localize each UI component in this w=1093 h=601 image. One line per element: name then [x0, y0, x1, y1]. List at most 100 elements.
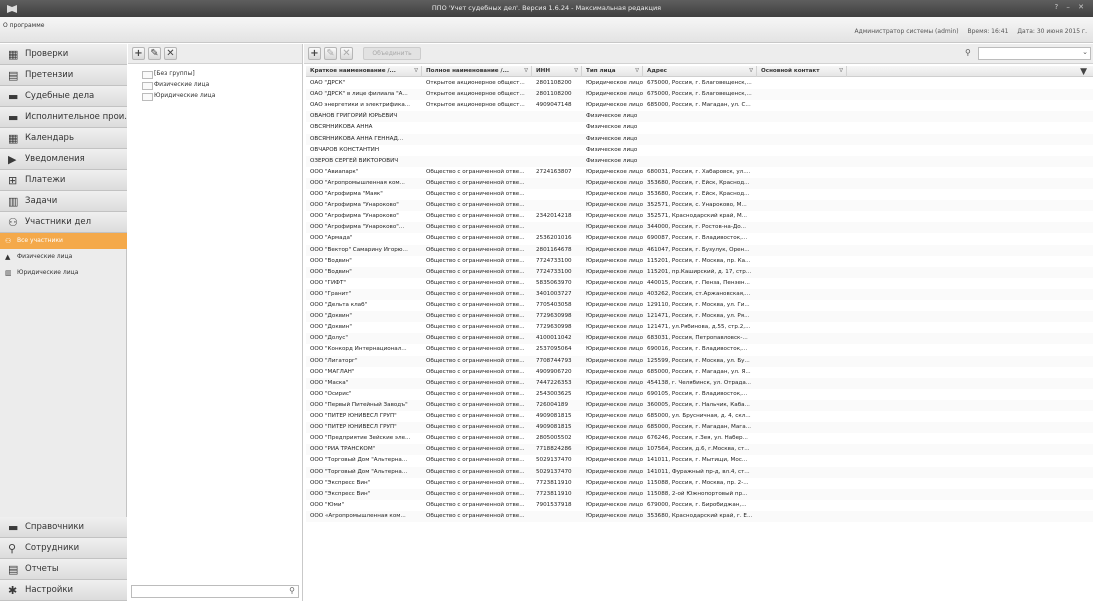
- table-row[interactable]: ООО "Водвин" Общество с ограниченной отве…: [306, 256, 1093, 267]
- column-filter-icon[interactable]: ∇: [524, 66, 528, 77]
- delete-participant-button[interactable]: ✕: [340, 47, 353, 60]
- current-date: Дата: 30 июня 2015 г.: [1017, 28, 1087, 35]
- table-cell: [643, 145, 757, 156]
- nav-bottom-item-2[interactable]: ▤ Отчеты: [0, 559, 127, 580]
- table-row[interactable]: ООО "ПИТЕР ЮНИВЕСЛ ГРУП" Общество с огран…: [306, 422, 1093, 434]
- table-row[interactable]: ООО "Агрофирма "Унароково" Общество с огр…: [306, 211, 1093, 222]
- chevron-down-icon[interactable]: ⌄: [1082, 48, 1088, 56]
- add-participant-button[interactable]: +: [308, 47, 321, 60]
- table-row[interactable]: ООО "Долус" Общество с ограниченной отве.…: [306, 333, 1093, 345]
- add-group-button[interactable]: +: [132, 47, 145, 60]
- table-row[interactable]: ООО "Первый Питейный Заводъ" Общество с о…: [306, 399, 1093, 411]
- table-row[interactable]: ООО "Доквин" Общество с ограниченной отве…: [306, 322, 1093, 333]
- merge-button[interactable]: Объединить: [363, 47, 421, 60]
- table-row[interactable]: ООО "Дельта клаб" Общество с ограниченной…: [306, 300, 1093, 311]
- table-cell: 5835063970: [536, 279, 572, 286]
- table-row[interactable]: ОАО энергетики и электрифика... Открытое …: [306, 100, 1093, 111]
- table-cell: 2543003625: [536, 390, 572, 397]
- about-menu[interactable]: О программе: [3, 22, 44, 29]
- table-row[interactable]: ОВСЯННИКОВА АННА ГЕННАД... Физическое лиц…: [306, 133, 1093, 145]
- table-row[interactable]: ООО "Экспресс Вин" Общество с ограниченно…: [306, 478, 1093, 489]
- nav-subitem-1[interactable]: ▲ Физические лица: [0, 249, 127, 265]
- group-item[interactable]: Физические лица: [142, 80, 209, 90]
- table-row[interactable]: ОВЧАРОВ КОНСТАНТИН Физическое лицо: [306, 145, 1093, 156]
- table-row[interactable]: ООО "МАГЛАН" Общество с ограниченной отве…: [306, 367, 1093, 378]
- table-row[interactable]: ООО "Конкорд Интернационал... Общество с …: [306, 344, 1093, 355]
- table-row[interactable]: ООО "Агрофирма "Унароково" Общество с огр…: [306, 200, 1093, 212]
- column-filter-icon[interactable]: ∇: [414, 66, 418, 77]
- window-controls[interactable]: ? – ✕: [1054, 3, 1087, 11]
- table-row[interactable]: ООО "Доквин" Общество с ограниченной отве…: [306, 311, 1093, 323]
- nav-bottom-item-3[interactable]: ✱ Настройки: [0, 580, 127, 601]
- table-row[interactable]: ОАО "ДРСК" в лице филиала "А... Открытое …: [306, 89, 1093, 101]
- current-user[interactable]: Администратор системы (admin): [855, 28, 959, 35]
- column-header[interactable]: Краткое наименование /... ∇: [306, 66, 422, 77]
- table-row[interactable]: ООО "Агрофирма "Унароково"... Общество с …: [306, 222, 1093, 234]
- column-filter-icon[interactable]: ∇: [635, 66, 639, 77]
- table-row[interactable]: ООО "Торговый Дом "Альтерна... Общество с…: [306, 466, 1093, 478]
- filter-icon[interactable]: ▼: [1080, 67, 1087, 77]
- table-row[interactable]: ОВСЯННИКОВА АННА Физическое лицо: [306, 122, 1093, 133]
- table-row[interactable]: ООО "ПИТЕР ЮНИВЕСЛ ГРУП" Общество с огран…: [306, 411, 1093, 422]
- table-row[interactable]: ООО "Вектор" Самарину Игорю... Общество с…: [306, 244, 1093, 256]
- table-row[interactable]: ООО "Гранит" Общество с ограниченной отве…: [306, 288, 1093, 300]
- nav-item-8[interactable]: ⚇ Участники дел: [0, 212, 127, 233]
- table-cell: [422, 111, 532, 122]
- nav-item-2[interactable]: ▬ Судебные дела: [0, 86, 127, 107]
- table-row[interactable]: ООО "Агрофирма "Маяк" Общество с ограниче…: [306, 189, 1093, 200]
- nav-subitem-0[interactable]: ⚇ Все участники: [0, 233, 127, 249]
- column-filter-icon[interactable]: ∇: [839, 66, 843, 77]
- table-row[interactable]: ООО "Юми" Общество с ограниченной отве...…: [306, 500, 1093, 511]
- table-row[interactable]: ООО "Маска" Общество с ограниченной отве.…: [306, 377, 1093, 389]
- nav-subitem-2[interactable]: ▥ Юридические лица: [0, 265, 127, 281]
- table-row[interactable]: ООО "Предприятие Зейские эле... Общество …: [306, 433, 1093, 444]
- table-row[interactable]: ООО "ГИФТ" Общество с ограниченной отве..…: [306, 278, 1093, 289]
- nav-item-1[interactable]: ▤ Претензии: [0, 65, 127, 86]
- nav-item-0[interactable]: ▦ Проверки: [0, 44, 127, 65]
- table-row[interactable]: ОВАНОВ ГРИГОРИЙ ЮРЬЕВИЧ Физическое лицо: [306, 111, 1093, 123]
- table-row[interactable]: ООО "Армада" Общество с ограниченной отве…: [306, 233, 1093, 244]
- group-pane: + ✎ ✕ [Без группы] Физические лица Юридиче…: [128, 44, 303, 601]
- nav-bottom-item-0[interactable]: ▬ Справочники: [0, 517, 127, 538]
- table-row[interactable]: ООО "Агропромышленная ком... Общество с о…: [306, 177, 1093, 189]
- column-header[interactable]: Полное наименование /... ∇: [422, 66, 532, 77]
- nav-bottom-item-1[interactable]: ⚲ Сотрудники: [0, 538, 127, 559]
- table-cell: Юридическое лицо: [586, 268, 643, 275]
- edit-participant-button[interactable]: ✎: [324, 47, 337, 60]
- table-cell: Юридическое лицо: [586, 91, 643, 98]
- column-header[interactable]: Адрес ∇: [643, 66, 757, 77]
- table-cell: [422, 145, 532, 156]
- table-row[interactable]: ООО «Агропромышленная ком... Общество с о…: [306, 510, 1093, 522]
- nav-sub-label: Все участники: [17, 237, 63, 244]
- table-row[interactable]: ОЗЕРОВ СЕРГЕЙ ВИКТОРОВИЧ Физическое лицо: [306, 155, 1093, 167]
- table-row[interactable]: ООО "Экспресс Вин" Общество с ограниченно…: [306, 488, 1093, 500]
- nav-item-7[interactable]: ▥ Задачи: [0, 191, 127, 212]
- column-header[interactable]: Основной контакт ∇: [757, 66, 847, 77]
- nav-item-5[interactable]: ▶ Уведомления: [0, 149, 127, 170]
- table-cell: [532, 134, 582, 145]
- group-item[interactable]: Юридические лица: [142, 91, 215, 101]
- delete-group-button[interactable]: ✕: [164, 47, 177, 60]
- nav-item-6[interactable]: ⊞ Платежи: [0, 170, 127, 191]
- table-cell: 7729630998: [536, 313, 572, 320]
- table-row[interactable]: ОАО "ДРСК" Открытое акционерное общест...…: [306, 78, 1093, 89]
- table-row[interactable]: ООО "Лигаторг" Общество с ограниченной от…: [306, 355, 1093, 367]
- table-row[interactable]: ООО "Осирис" Общество с ограниченной отве…: [306, 389, 1093, 400]
- group-item[interactable]: [Без группы]: [142, 69, 195, 79]
- nav-item-3[interactable]: ▬ Исполнительное прои...: [0, 107, 127, 128]
- edit-group-button[interactable]: ✎: [148, 47, 161, 60]
- table-row[interactable]: ООО "Водвин" Общество с ограниченной отве…: [306, 266, 1093, 278]
- search-input[interactable]: ⚲ ⌄: [965, 47, 1091, 60]
- nav-item-4[interactable]: ▦ Календарь: [0, 128, 127, 149]
- table-row[interactable]: ООО "Авиапарк" Общество с ограниченной от…: [306, 167, 1093, 178]
- column-header[interactable]: ИНН ∇: [532, 66, 582, 77]
- column-filter-icon[interactable]: ∇: [749, 66, 753, 77]
- group-search-input[interactable]: ⚲: [131, 585, 299, 598]
- all-participants-icon: ⚇: [5, 237, 12, 245]
- nav-label: Уведомления: [25, 154, 85, 164]
- table-header: ▼ Краткое наименование /... ∇ Полное наиме…: [306, 66, 1093, 77]
- table-row[interactable]: ООО "Торговый Дом "Альтерна... Общество с…: [306, 455, 1093, 466]
- column-header[interactable]: Тип лица ∇: [582, 66, 643, 77]
- column-filter-icon[interactable]: ∇: [574, 66, 578, 77]
- table-row[interactable]: ООО "РИА ТРАНСКОМ" Общество с ограниченно…: [306, 444, 1093, 456]
